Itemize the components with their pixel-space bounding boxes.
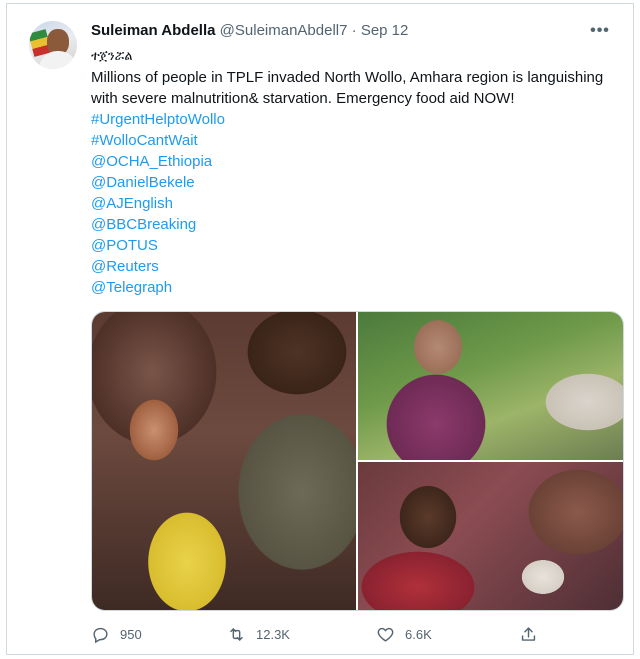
tweet-header: Suleiman Abdella @SuleimanAbdell7 · Sep … (91, 22, 613, 42)
reply-count: 950 (120, 626, 142, 642)
tweet-text: ተጀንሯል Millions of people in TPLF invaded… (91, 46, 627, 298)
tweet-actions: 950 12.3K 6.6K (91, 622, 551, 646)
tweet-card[interactable]: Suleiman Abdella @SuleimanAbdell7 · Sep … (6, 3, 634, 655)
tweet-script-line: ተጀንሯል (91, 49, 133, 64)
like-icon (377, 627, 394, 642)
hashtag-link[interactable]: #WolloCantWait (91, 130, 627, 151)
photo-child-lying[interactable] (358, 462, 623, 610)
share-icon (521, 626, 536, 641)
more-icon[interactable]: ••• (587, 18, 613, 44)
reply-button[interactable]: 950 (91, 622, 142, 646)
retweet-icon (230, 627, 243, 641)
mention-link[interactable]: @POTUS (91, 235, 627, 256)
mention-link[interactable]: @Telegraph (91, 277, 627, 298)
mention-link[interactable]: @DanielBekele (91, 172, 627, 193)
author-name[interactable]: Suleiman Abdella (91, 22, 215, 39)
like-count: 6.6K (405, 626, 432, 642)
photo-mother-child[interactable] (92, 312, 356, 610)
avatar[interactable] (29, 21, 77, 69)
media-grid (91, 311, 624, 611)
share-button[interactable] (519, 622, 548, 646)
tweet-date[interactable]: Sep 12 (361, 22, 409, 39)
mention-link[interactable]: @Reuters (91, 256, 627, 277)
mention-link[interactable]: @AJEnglish (91, 193, 627, 214)
mention-link[interactable]: @OCHA_Ethiopia (91, 151, 627, 172)
like-button[interactable]: 6.6K (376, 622, 432, 646)
photo-elderly-woman[interactable] (358, 312, 623, 460)
mention-link[interactable]: @BBCBreaking (91, 214, 627, 235)
header-separator: · (351, 22, 357, 39)
tweet-body: Millions of people in TPLF invaded North… (91, 69, 604, 107)
reply-icon (93, 627, 108, 643)
retweet-count: 12.3K (256, 626, 290, 642)
retweet-button[interactable]: 12.3K (227, 622, 290, 646)
author-handle[interactable]: @SuleimanAbdell7 (220, 22, 348, 39)
hashtag-link[interactable]: #UrgentHelptoWollo (91, 109, 627, 130)
